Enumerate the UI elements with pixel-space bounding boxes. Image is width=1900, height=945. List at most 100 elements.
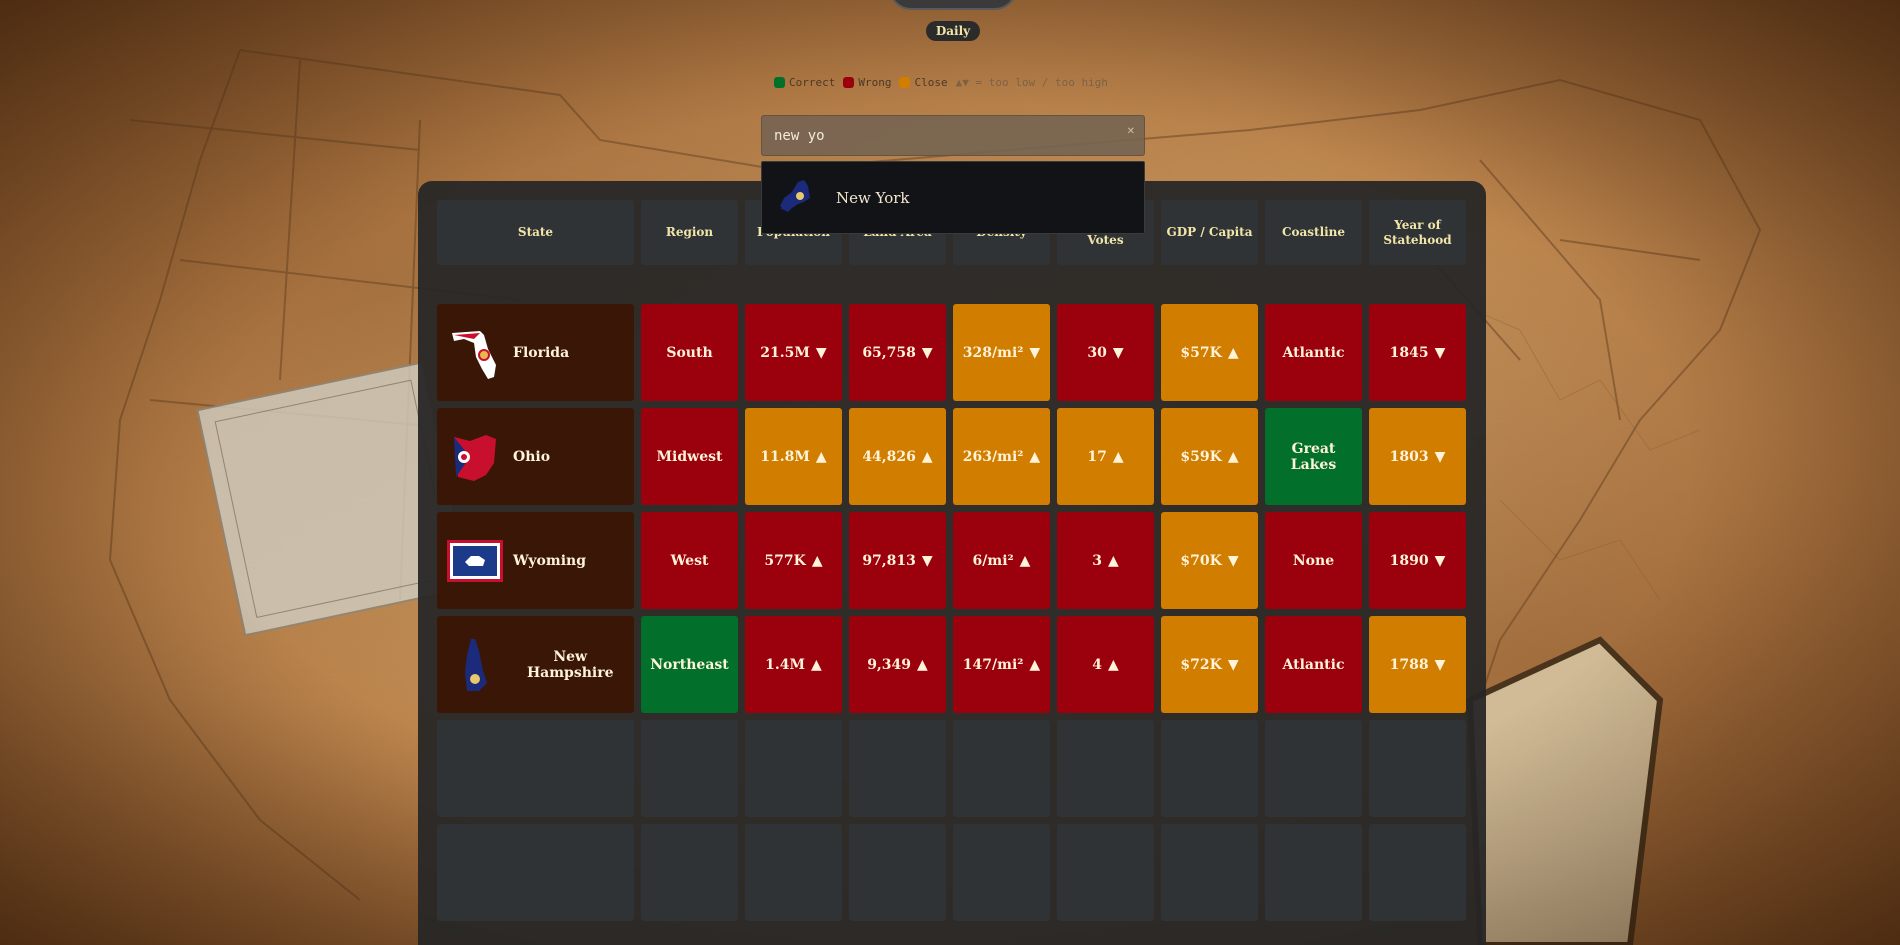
guess-cell-value: 1.4M: [765, 656, 806, 673]
guess-cell-population: 11.8M ▲: [745, 408, 842, 505]
guess-cell-value: 11.8M: [760, 448, 810, 465]
arrow-down-icon: ▼: [1434, 656, 1446, 673]
legend-close-swatch: [899, 76, 911, 88]
empty-guess-cell: [1161, 824, 1258, 921]
guess-cell-value: 17: [1087, 448, 1107, 465]
column-header-gdp-per-capita: GDP / Capita: [1161, 200, 1258, 265]
guess-cell-density: 263/mi² ▲: [953, 408, 1050, 505]
arrow-up-icon: ▲: [1107, 656, 1119, 673]
arrow-up-icon: ▲: [1112, 448, 1124, 465]
column-header-region: Region: [641, 200, 738, 265]
guess-state-cell: Florida: [437, 304, 634, 401]
arrow-down-icon: ▼: [1227, 656, 1239, 673]
guess-cell-value: 328/mi²: [962, 344, 1024, 361]
guess-cell-density: 328/mi² ▼: [953, 304, 1050, 401]
guess-state-cell: New Hampshire: [437, 616, 634, 713]
empty-guess-cell: [1161, 720, 1258, 817]
empty-guess-cell: [1057, 720, 1154, 817]
guess-cell-value: $59K: [1180, 448, 1222, 465]
guess-cell-statehood: 1803 ▼: [1369, 408, 1466, 505]
arrow-down-icon: ▼: [1434, 552, 1446, 569]
guess-state-name: Ohio: [513, 448, 551, 465]
guess-cell-electoral-votes: 30 ▼: [1057, 304, 1154, 401]
guess-cell-gdp-per-capita: $70K ▼: [1161, 512, 1258, 609]
guess-cell-value: 4: [1092, 656, 1102, 673]
new-hampshire-shape-icon: [447, 637, 500, 693]
guess-cell-value: 1788: [1389, 656, 1429, 673]
arrow-up-icon: ▲: [1019, 552, 1031, 569]
arrow-down-icon: ▼: [1434, 344, 1446, 361]
arrow-up-icon: ▲: [917, 656, 928, 673]
guess-cell-land-area: 65,758 ▼: [849, 304, 946, 401]
legend: Correct Wrong Close ▲▼ = too low / too h…: [774, 74, 1108, 90]
guess-state-cell: Ohio: [437, 408, 634, 505]
state-search[interactable]: ✕: [761, 115, 1145, 156]
close-icon[interactable]: ✕: [1127, 126, 1135, 137]
guess-cell-land-area: 97,813 ▼: [849, 512, 946, 609]
legend-wrong-label: Wrong: [858, 75, 892, 89]
guess-cell-value: 577K: [764, 552, 806, 569]
guess-cell-value: 1890: [1389, 552, 1429, 569]
empty-guess-cell: [1369, 720, 1466, 817]
empty-guess-cell: [1057, 824, 1154, 921]
legend-wrong: Wrong: [843, 76, 891, 89]
empty-guess-cell: [745, 824, 842, 921]
guess-cell-land-area: 9,349 ▲: [849, 616, 946, 713]
guess-cell-land-area: 44,826 ▲: [849, 408, 946, 505]
guess-cell-value: South: [666, 344, 713, 361]
guess-cell-value: 3: [1092, 552, 1102, 569]
guess-cell-value: $57K: [1180, 344, 1222, 361]
empty-guess-cell: [953, 720, 1050, 817]
legend-arrow-hint: ▲▼ = too low / too high: [955, 75, 1108, 89]
arrow-up-icon: ▲: [1029, 656, 1041, 673]
guess-cell-coastline: None: [1265, 512, 1362, 609]
state-search-input[interactable]: [762, 116, 1144, 155]
guess-cell-gdp-per-capita: $57K ▲: [1161, 304, 1258, 401]
legend-correct-swatch: [774, 76, 785, 88]
arrow-up-icon: ▲: [811, 552, 823, 569]
guess-cell-region: South: [641, 304, 738, 401]
guess-cell-coastline: Great Lakes: [1265, 408, 1362, 505]
legend-close: Close: [899, 76, 948, 89]
empty-guess-cell: [1265, 824, 1362, 921]
guess-cell-statehood: 1890 ▼: [1369, 512, 1466, 609]
empty-guess-cell: [745, 720, 842, 817]
empty-guess-cell: [1369, 824, 1466, 921]
arrow-down-icon: ▼: [1434, 448, 1446, 465]
autocomplete-dropdown[interactable]: New York: [761, 161, 1145, 234]
guess-cell-gdp-per-capita: $59K ▲: [1161, 408, 1258, 505]
legend-wrong-swatch: [843, 76, 855, 88]
arrow-down-icon: ▼: [921, 552, 933, 569]
autocomplete-option-new-york[interactable]: New York: [836, 189, 910, 207]
wyoming-flag-icon: [447, 533, 503, 589]
empty-guess-cell: [641, 824, 738, 921]
guess-state-name: Wyoming: [513, 552, 586, 569]
empty-guess-cell: [437, 824, 634, 921]
empty-guess-cell: [849, 720, 946, 817]
guess-state-cell: Wyoming: [437, 512, 634, 609]
guess-cell-value: 44,826: [862, 448, 916, 465]
guess-state-name: Florida: [513, 344, 570, 361]
guess-cell-electoral-votes: 4 ▲: [1057, 616, 1154, 713]
guess-cell-value: Great Lakes: [1290, 440, 1337, 473]
guess-cell-value: 6/mi²: [972, 552, 1014, 569]
legend-correct-label: Correct: [789, 75, 836, 89]
guess-cell-value: 1845: [1389, 344, 1429, 361]
florida-shape-icon: [447, 325, 503, 381]
arrow-down-icon: ▼: [815, 344, 827, 361]
column-header-statehood: Year of Statehood: [1369, 200, 1466, 265]
guess-cell-electoral-votes: 3 ▲: [1057, 512, 1154, 609]
guess-grid: StateRegionPopulationLand AreaDensityEle…: [437, 200, 1466, 921]
guess-cell-value: 1803: [1389, 448, 1429, 465]
column-header-state: State: [437, 200, 634, 265]
guess-cell-population: 577K ▲: [745, 512, 842, 609]
arrow-down-icon: ▼: [1227, 552, 1239, 569]
top-tab: [889, 0, 1017, 10]
guess-cell-value: Atlantic: [1282, 656, 1345, 673]
ohio-shape-icon: [447, 429, 503, 485]
guess-cell-density: 147/mi² ▲: [953, 616, 1050, 713]
daily-mode-badge[interactable]: Daily: [926, 21, 980, 41]
guess-cell-value: 147/mi²: [962, 656, 1024, 673]
guess-cell-region: Northeast: [641, 616, 738, 713]
guess-cell-value: Atlantic: [1282, 344, 1345, 361]
